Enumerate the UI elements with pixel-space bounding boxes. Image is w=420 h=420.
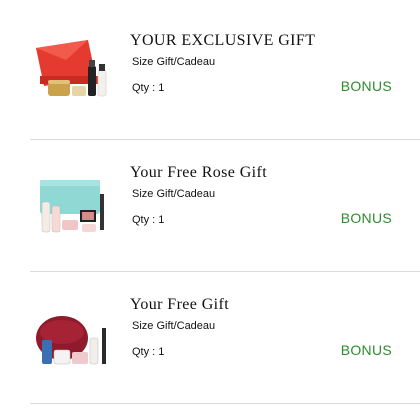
burgundy-pouch-gift-set-icon <box>36 316 106 365</box>
bonus-badge: BONUS <box>340 342 392 358</box>
gift-quantity: Qty : 1 <box>132 82 165 94</box>
gift-item: YOUR EXCLUSIVE GIFT Size Gift/Cadeau Qty… <box>0 8 420 140</box>
divider <box>30 403 420 404</box>
gift-size: Size Gift/Cadeau <box>132 320 216 332</box>
teal-bag-gift-set-icon <box>40 180 104 233</box>
bonus-badge: BONUS <box>340 210 392 226</box>
bonus-badge: BONUS <box>340 78 392 94</box>
gift-list: YOUR EXCLUSIVE GIFT Size Gift/Cadeau Qty… <box>0 0 420 420</box>
red-pouch-gift-set-icon <box>36 40 107 97</box>
gift-item: Your Free Gift Size Gift/Cadeau Qty : 1 … <box>0 272 420 404</box>
gift-title: YOUR EXCLUSIVE GIFT <box>130 32 316 49</box>
gift-title: Your Free Rose Gift <box>130 164 268 181</box>
gift-quantity: Qty : 1 <box>132 346 165 358</box>
gift-title: Your Free Gift <box>130 296 230 313</box>
gift-size: Size Gift/Cadeau <box>132 188 216 200</box>
gift-size: Size Gift/Cadeau <box>132 56 216 68</box>
gift-item: Your Free Rose Gift Size Gift/Cadeau Qty… <box>0 140 420 272</box>
gift-quantity: Qty : 1 <box>132 214 165 226</box>
